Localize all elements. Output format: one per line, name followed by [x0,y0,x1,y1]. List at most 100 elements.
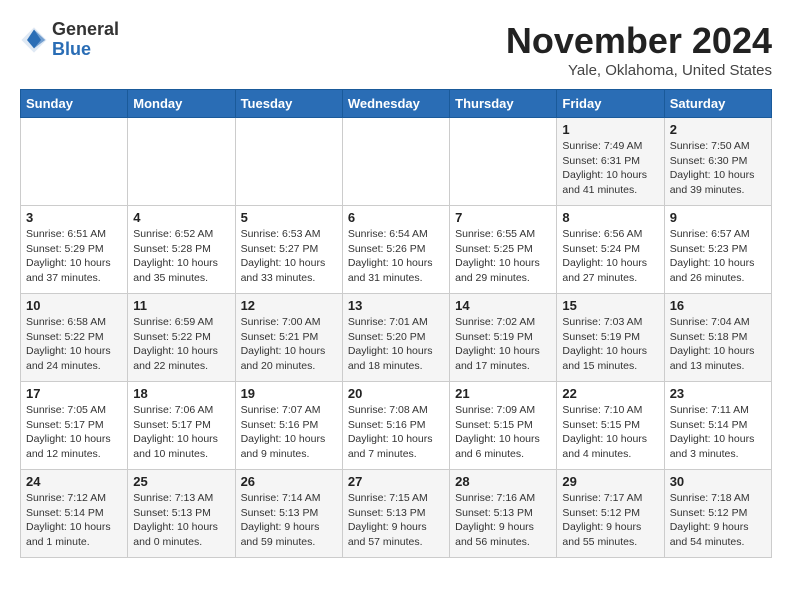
day-info: Sunrise: 6:52 AM Sunset: 5:28 PM Dayligh… [133,227,229,286]
day-number: 7 [455,210,551,225]
day-number: 1 [562,122,658,137]
calendar-week-row: 1Sunrise: 7:49 AM Sunset: 6:31 PM Daylig… [21,118,772,206]
calendar-cell: 15Sunrise: 7:03 AM Sunset: 5:19 PM Dayli… [557,294,664,382]
page-header: General Blue November 2024 Yale, Oklahom… [20,20,772,79]
logo-text: General Blue [52,20,119,60]
calendar-cell: 19Sunrise: 7:07 AM Sunset: 5:16 PM Dayli… [235,382,342,470]
calendar-cell: 6 Sunrise: 6:54 AM Sunset: 5:26 PM Daylig… [342,206,449,294]
day-info: Sunrise: 7:10 AM Sunset: 5:15 PM Dayligh… [562,403,658,462]
calendar-cell: 30 Sunrise: 7:18 AM Sunset: 5:12 PM Dayli… [664,470,771,558]
logo-icon [20,26,48,54]
calendar-cell: 5 Sunrise: 6:53 AM Sunset: 5:27 PM Daylig… [235,206,342,294]
day-info: Sunrise: 7:00 AM Sunset: 5:21 PM Dayligh… [241,315,337,374]
day-number: 15 [562,298,658,313]
day-number: 23 [670,386,766,401]
logo: General Blue [20,20,119,60]
day-info: Sunrise: 7:07 AM Sunset: 5:16 PM Dayligh… [241,403,337,462]
day-number: 27 [348,474,444,489]
day-info: Sunrise: 6:54 AM Sunset: 5:26 PM Dayligh… [348,227,444,286]
calendar-week-row: 17 Sunrise: 7:05 AM Sunset: 5:17 PM Dayli… [21,382,772,470]
day-number: 13 [348,298,444,313]
day-number: 5 [241,210,337,225]
calendar-week-row: 3 Sunrise: 6:51 AM Sunset: 5:29 PM Daylig… [21,206,772,294]
day-info: Sunrise: 7:14 AM Sunset: 5:13 PM Dayligh… [241,491,337,550]
calendar-cell: 16 Sunrise: 7:04 AM Sunset: 5:18 PM Dayli… [664,294,771,382]
calendar-cell [342,118,449,206]
day-info: Sunrise: 7:02 AM Sunset: 5:19 PM Dayligh… [455,315,551,374]
day-number: 25 [133,474,229,489]
day-info: Sunrise: 7:13 AM Sunset: 5:13 PM Dayligh… [133,491,229,550]
calendar-table: SundayMondayTuesdayWednesdayThursdayFrid… [20,89,772,558]
calendar-cell: 28Sunrise: 7:16 AM Sunset: 5:13 PM Dayli… [450,470,557,558]
day-info: Sunrise: 7:18 AM Sunset: 5:12 PM Dayligh… [670,491,766,550]
location-title: Yale, Oklahoma, United States [506,62,772,79]
day-number: 10 [26,298,122,313]
day-number: 29 [562,474,658,489]
calendar-cell: 17 Sunrise: 7:05 AM Sunset: 5:17 PM Dayli… [21,382,128,470]
calendar-week-row: 10Sunrise: 6:58 AM Sunset: 5:22 PM Dayli… [21,294,772,382]
calendar-cell: 23 Sunrise: 7:11 AM Sunset: 5:14 PM Dayli… [664,382,771,470]
day-number: 3 [26,210,122,225]
day-number: 14 [455,298,551,313]
day-number: 9 [670,210,766,225]
day-info: Sunrise: 7:11 AM Sunset: 5:14 PM Dayligh… [670,403,766,462]
calendar-cell: 25 Sunrise: 7:13 AM Sunset: 5:13 PM Dayli… [128,470,235,558]
calendar-cell: 9 Sunrise: 6:57 AM Sunset: 5:23 PM Daylig… [664,206,771,294]
weekday-header: Wednesday [342,90,449,118]
day-info: Sunrise: 7:16 AM Sunset: 5:13 PM Dayligh… [455,491,551,550]
calendar-cell: 10Sunrise: 6:58 AM Sunset: 5:22 PM Dayli… [21,294,128,382]
day-info: Sunrise: 7:01 AM Sunset: 5:20 PM Dayligh… [348,315,444,374]
day-info: Sunrise: 6:55 AM Sunset: 5:25 PM Dayligh… [455,227,551,286]
logo-general: General [52,20,119,40]
day-info: Sunrise: 6:53 AM Sunset: 5:27 PM Dayligh… [241,227,337,286]
calendar-cell: 3 Sunrise: 6:51 AM Sunset: 5:29 PM Daylig… [21,206,128,294]
day-info: Sunrise: 7:09 AM Sunset: 5:15 PM Dayligh… [455,403,551,462]
title-area: November 2024 Yale, Oklahoma, United Sta… [506,20,772,79]
day-number: 26 [241,474,337,489]
calendar-cell: 29 Sunrise: 7:17 AM Sunset: 5:12 PM Dayli… [557,470,664,558]
logo-blue: Blue [52,40,119,60]
day-info: Sunrise: 6:57 AM Sunset: 5:23 PM Dayligh… [670,227,766,286]
calendar-cell: 8 Sunrise: 6:56 AM Sunset: 5:24 PM Daylig… [557,206,664,294]
day-info: Sunrise: 7:05 AM Sunset: 5:17 PM Dayligh… [26,403,122,462]
calendar-cell: 18 Sunrise: 7:06 AM Sunset: 5:17 PM Dayli… [128,382,235,470]
day-number: 20 [348,386,444,401]
calendar-cell [128,118,235,206]
day-number: 4 [133,210,229,225]
calendar-cell: 2Sunrise: 7:50 AM Sunset: 6:30 PM Daylig… [664,118,771,206]
day-number: 30 [670,474,766,489]
calendar-cell [21,118,128,206]
weekday-header: Sunday [21,90,128,118]
day-info: Sunrise: 7:08 AM Sunset: 5:16 PM Dayligh… [348,403,444,462]
day-info: Sunrise: 7:15 AM Sunset: 5:13 PM Dayligh… [348,491,444,550]
calendar-body: 1Sunrise: 7:49 AM Sunset: 6:31 PM Daylig… [21,118,772,558]
day-number: 6 [348,210,444,225]
day-number: 18 [133,386,229,401]
day-info: Sunrise: 7:17 AM Sunset: 5:12 PM Dayligh… [562,491,658,550]
weekday-row: SundayMondayTuesdayWednesdayThursdayFrid… [21,90,772,118]
calendar-week-row: 24Sunrise: 7:12 AM Sunset: 5:14 PM Dayli… [21,470,772,558]
day-info: Sunrise: 6:56 AM Sunset: 5:24 PM Dayligh… [562,227,658,286]
day-number: 11 [133,298,229,313]
day-info: Sunrise: 7:04 AM Sunset: 5:18 PM Dayligh… [670,315,766,374]
weekday-header: Saturday [664,90,771,118]
calendar-header: SundayMondayTuesdayWednesdayThursdayFrid… [21,90,772,118]
day-number: 2 [670,122,766,137]
day-number: 17 [26,386,122,401]
day-number: 8 [562,210,658,225]
month-title: November 2024 [506,20,772,62]
weekday-header: Friday [557,90,664,118]
weekday-header: Monday [128,90,235,118]
weekday-header: Tuesday [235,90,342,118]
day-number: 16 [670,298,766,313]
calendar-cell: 26 Sunrise: 7:14 AM Sunset: 5:13 PM Dayli… [235,470,342,558]
calendar-cell [450,118,557,206]
calendar-cell: 7 Sunrise: 6:55 AM Sunset: 5:25 PM Daylig… [450,206,557,294]
day-number: 24 [26,474,122,489]
calendar-cell: 12Sunrise: 7:00 AM Sunset: 5:21 PM Dayli… [235,294,342,382]
day-info: Sunrise: 6:51 AM Sunset: 5:29 PM Dayligh… [26,227,122,286]
calendar-cell: 14 Sunrise: 7:02 AM Sunset: 5:19 PM Dayli… [450,294,557,382]
calendar-cell: 20 Sunrise: 7:08 AM Sunset: 5:16 PM Dayli… [342,382,449,470]
calendar-cell: 1Sunrise: 7:49 AM Sunset: 6:31 PM Daylig… [557,118,664,206]
day-info: Sunrise: 7:06 AM Sunset: 5:17 PM Dayligh… [133,403,229,462]
